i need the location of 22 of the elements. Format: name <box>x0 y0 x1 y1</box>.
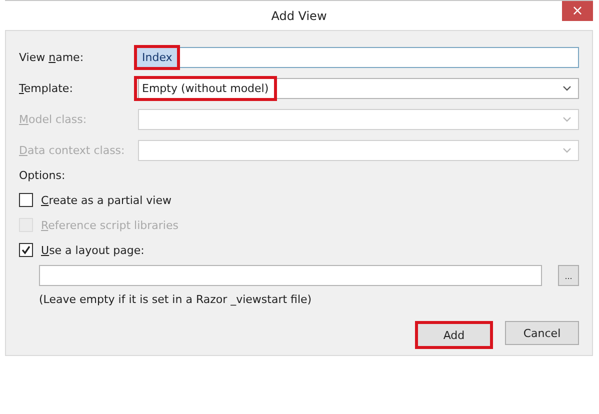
field-label: View name: <box>19 51 85 64</box>
browse-button[interactable]: ... <box>558 265 579 286</box>
dropdown-field[interactable] <box>138 109 579 130</box>
checkbox-label: Reference script libraries <box>41 218 178 232</box>
checkbox-label: Create as a partial view <box>41 194 172 206</box>
checkbox[interactable] <box>19 193 33 207</box>
options-label: Options: <box>19 169 66 182</box>
field-label: Data context class: <box>19 144 126 157</box>
field-label: Template: <box>19 82 74 95</box>
field-label: Model class: <box>19 113 88 126</box>
chevron-down-icon <box>563 148 571 153</box>
add-button[interactable]: Add <box>415 321 493 349</box>
checkbox-label: Use a layout page: <box>41 244 144 256</box>
close-button[interactable]: × <box>562 1 593 21</box>
window-title: Add View <box>271 9 327 23</box>
layout-page-field[interactable] <box>39 265 542 286</box>
chevron-down-icon <box>563 86 571 91</box>
hint-text: (Leave empty if it is set in a Razor _viewstart file) <box>39 293 313 306</box>
dropdown-field[interactable] <box>138 140 579 161</box>
chevron-down-icon <box>563 117 571 122</box>
checkbox[interactable] <box>19 243 33 257</box>
cancel-button[interactable]: Cancel <box>505 321 579 345</box>
